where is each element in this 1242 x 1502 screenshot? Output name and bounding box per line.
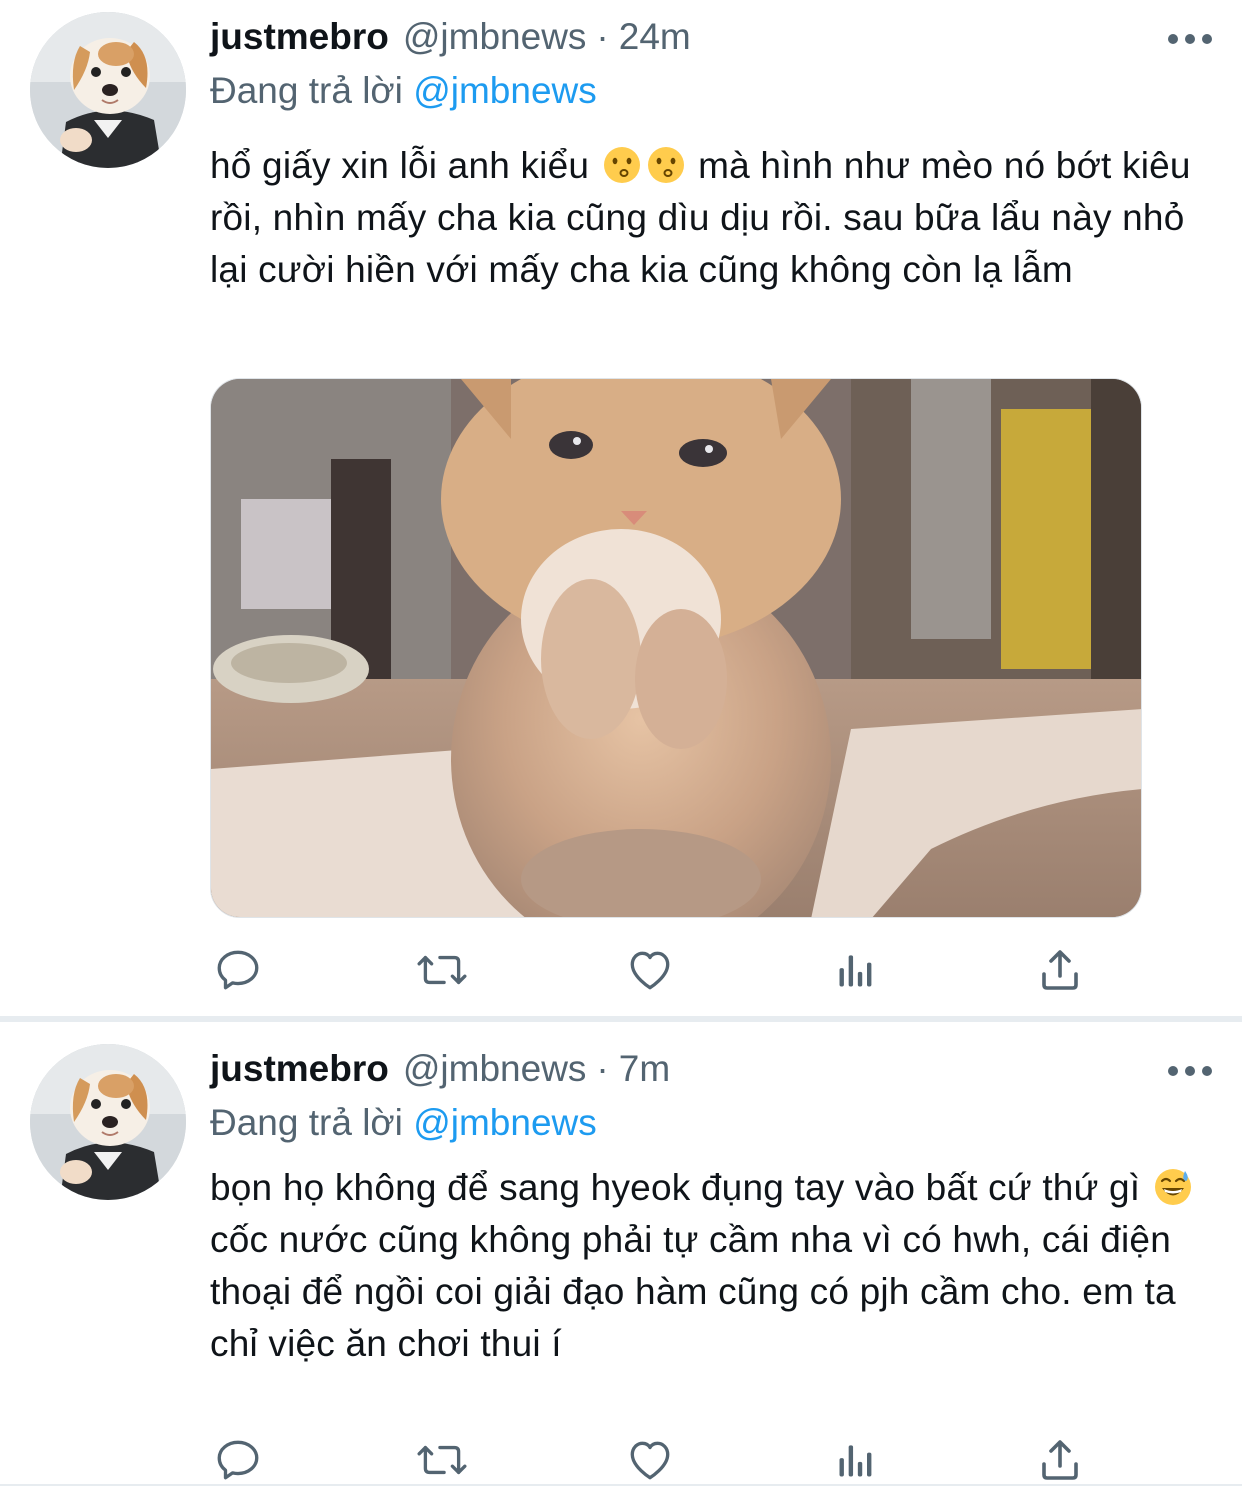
replying-to: Đang trả lời @jmbnews (210, 70, 597, 112)
kitten-photo (211, 379, 1141, 917)
tweet-text: bọn họ không để sang hyeok đụng tay vào … (210, 1162, 1210, 1370)
share-button[interactable] (1032, 942, 1088, 998)
reply-icon (217, 1440, 259, 1480)
tweet[interactable]: justmebro @jmbnews · 24m Đang trả lời @j… (0, 0, 1242, 1018)
retweet-button[interactable] (414, 1432, 470, 1488)
more-dot (1185, 34, 1195, 44)
like-button[interactable] (622, 942, 678, 998)
heart-icon (630, 1441, 670, 1480)
puppy-avatar-image (30, 1044, 186, 1200)
more-dot (1168, 34, 1178, 44)
reply-button[interactable] (210, 942, 266, 998)
tweet-actions (210, 1432, 1090, 1488)
tweet-text-part: bọn họ không để sang hyeok đụng tay vào … (210, 1167, 1141, 1208)
heart-icon (630, 951, 670, 990)
puppy-avatar-image (30, 12, 186, 168)
timestamp[interactable]: 7m (619, 1048, 670, 1090)
share-button[interactable] (1032, 1432, 1088, 1488)
separator-dot: · (596, 1048, 609, 1089)
more-dot (1202, 34, 1212, 44)
avatar[interactable] (30, 1044, 186, 1200)
like-button[interactable] (622, 1432, 678, 1488)
tweet-text-part: hổ giấy xin lỗi anh kiểu (210, 145, 590, 186)
tweet-actions (210, 942, 1090, 998)
tweet-divider (0, 1484, 1242, 1486)
avatar[interactable] (30, 12, 186, 168)
replying-to-handle[interactable]: @jmbnews (413, 70, 597, 111)
more-dot (1202, 1066, 1212, 1076)
kissing-face-icon (647, 147, 684, 183)
reply-icon (217, 950, 259, 990)
tweet-text: hổ giấy xin lỗi anh kiểu mà hình như mèo… (210, 140, 1210, 296)
retweet-button[interactable] (414, 942, 470, 998)
more-dot (1185, 1066, 1195, 1076)
share-icon (1042, 1440, 1078, 1480)
more-icon[interactable] (1168, 32, 1212, 46)
user-handle[interactable]: @jmbnews (403, 1048, 587, 1090)
retweet-icon (417, 955, 467, 985)
tweet-header: justmebro @jmbnews · 7m (210, 1048, 670, 1098)
grinning-sweat-face-icon (1154, 1169, 1191, 1205)
tweet-media-image[interactable] (210, 378, 1142, 918)
display-name[interactable]: justmebro (210, 1048, 389, 1090)
tweet[interactable]: justmebro @jmbnews · 7m Đang trả lời @jm… (0, 1022, 1242, 1502)
more-icon[interactable] (1168, 1064, 1212, 1078)
views-button[interactable] (828, 942, 884, 998)
tweet-header: justmebro @jmbnews · 24m (210, 16, 691, 66)
views-icon (839, 955, 872, 987)
display-name[interactable]: justmebro (210, 16, 389, 58)
replying-to: Đang trả lời @jmbnews (210, 1102, 597, 1144)
more-dot (1168, 1066, 1178, 1076)
separator-dot: · (596, 16, 609, 57)
views-button[interactable] (828, 1432, 884, 1488)
replying-to-label: Đang trả lời (210, 70, 403, 111)
timestamp[interactable]: 24m (619, 16, 691, 58)
tweet-text-part: cốc nước cũng không phải tự cầm nha vì c… (210, 1219, 1176, 1364)
kissing-face-icon (603, 147, 640, 183)
replying-to-label: Đang trả lời (210, 1102, 403, 1143)
retweet-icon (417, 1445, 467, 1475)
user-handle[interactable]: @jmbnews (403, 16, 587, 58)
share-icon (1042, 950, 1078, 990)
views-icon (839, 1445, 872, 1477)
replying-to-handle[interactable]: @jmbnews (413, 1102, 597, 1143)
reply-button[interactable] (210, 1432, 266, 1488)
